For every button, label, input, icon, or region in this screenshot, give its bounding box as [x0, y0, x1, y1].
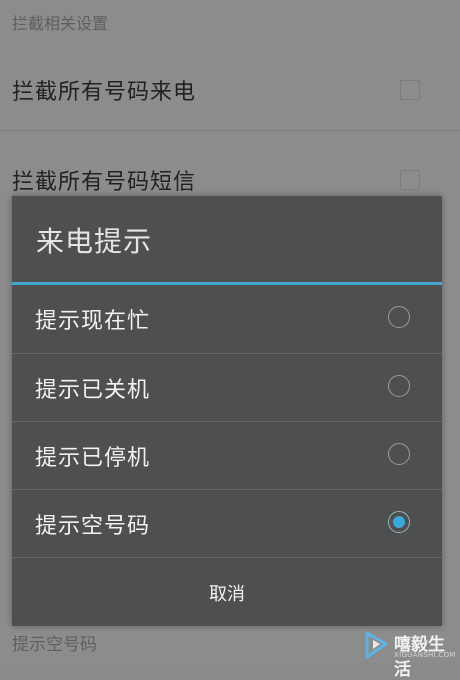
- option-label: 提示已停机: [35, 446, 151, 471]
- incoming-call-prompt-summary: 提示空号码: [12, 635, 97, 655]
- option-label: 提示空号码: [35, 514, 151, 539]
- setting-label: 拦截所有号码来电: [12, 80, 197, 105]
- radio-button-selected[interactable]: [388, 511, 410, 533]
- cancel-button[interactable]: 取消: [12, 558, 442, 626]
- block-calls-checkbox[interactable]: [400, 80, 420, 100]
- setting-row-block-calls[interactable]: 拦截所有号码来电: [0, 70, 460, 110]
- block-sms-checkbox[interactable]: [400, 170, 420, 190]
- watermark-logo-icon: [365, 631, 388, 659]
- option-label: 提示现在忙: [35, 309, 151, 334]
- option-empty-number[interactable]: 提示空号码: [12, 490, 442, 557]
- watermark: 嘻毅生活 XIGUANSHI.COM: [364, 626, 460, 680]
- watermark-subtext: XIGUANSHI.COM: [394, 651, 456, 659]
- incoming-call-prompt-dialog: 来电提示 提示现在忙 提示已关机 提示已停机 提示空号码 取消: [12, 196, 442, 626]
- radio-dot: [392, 515, 405, 528]
- option-powered-off[interactable]: 提示已关机: [12, 354, 442, 421]
- radio-button[interactable]: [388, 306, 410, 328]
- section-header: 拦截相关设置: [12, 14, 109, 33]
- option-busy[interactable]: 提示现在忙: [12, 285, 442, 352]
- option-label: 提示已关机: [35, 378, 151, 403]
- cancel-label: 取消: [209, 584, 245, 605]
- divider: [0, 130, 460, 131]
- option-suspended[interactable]: 提示已停机: [12, 422, 442, 489]
- dialog-title: 来电提示: [36, 225, 153, 258]
- radio-button[interactable]: [388, 375, 410, 397]
- setting-label: 拦截所有号码短信: [12, 170, 197, 195]
- setting-row-block-sms[interactable]: 拦截所有号码短信: [0, 160, 460, 200]
- radio-button[interactable]: [388, 443, 410, 465]
